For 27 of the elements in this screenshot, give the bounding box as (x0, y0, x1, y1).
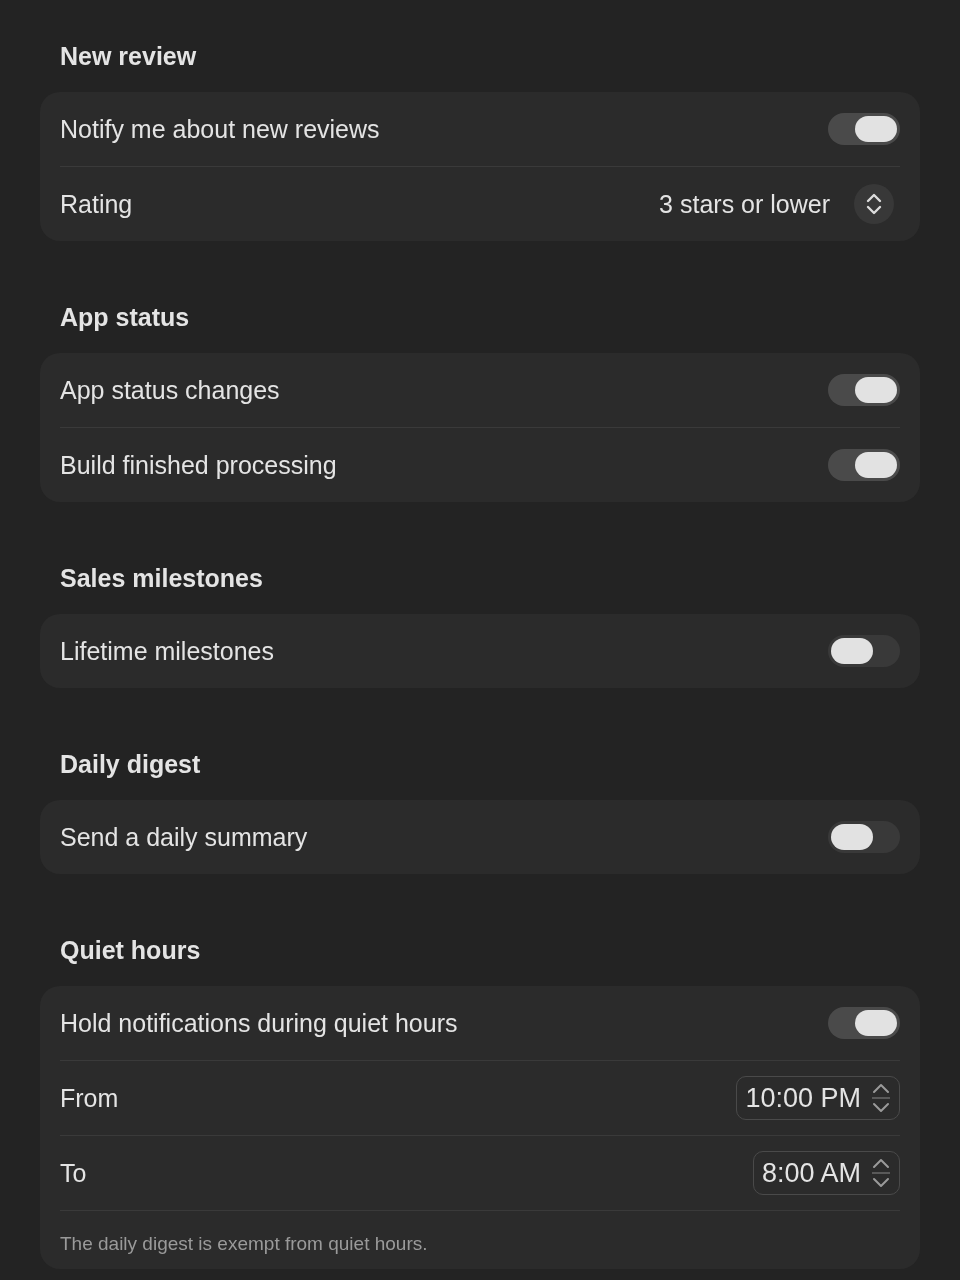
section-heading: Sales milestones (59, 563, 264, 594)
setting-label: To (60, 1158, 87, 1188)
setting-label: Hold notifications during quiet hours (60, 1008, 458, 1038)
section-heading: Quiet hours (59, 935, 202, 966)
setting-label: Send a daily summary (60, 822, 308, 852)
up-down-chevron-icon[interactable] (854, 184, 894, 224)
toggle-switch[interactable] (828, 449, 900, 481)
setting-label: App status changes (60, 375, 280, 405)
setting-label: From (60, 1083, 119, 1113)
up-down-stepper-icon[interactable] (871, 1081, 891, 1115)
up-down-stepper-icon[interactable] (871, 1156, 891, 1190)
time-field[interactable]: 8:00 AM (752, 1151, 900, 1195)
toggle-switch[interactable] (828, 1007, 900, 1039)
toggle-switch[interactable] (828, 113, 900, 145)
setting-label: Lifetime milestones (60, 636, 274, 666)
section-heading: App status (59, 302, 191, 333)
section-heading: New review (59, 41, 198, 72)
select-value[interactable]: 3 stars or lower (659, 189, 830, 219)
setting-label: Rating (60, 189, 133, 219)
time-field[interactable]: 10:00 PM (736, 1076, 900, 1120)
toggle-switch[interactable] (828, 374, 900, 406)
setting-label: Build finished processing (60, 450, 337, 480)
section-heading: Daily digest (59, 749, 202, 780)
setting-label: Notify me about new reviews (60, 114, 380, 144)
footnote-text: The daily digest is exempt from quiet hours. (60, 1232, 429, 1256)
toggle-switch[interactable] (828, 635, 900, 667)
toggle-switch[interactable] (828, 821, 900, 853)
